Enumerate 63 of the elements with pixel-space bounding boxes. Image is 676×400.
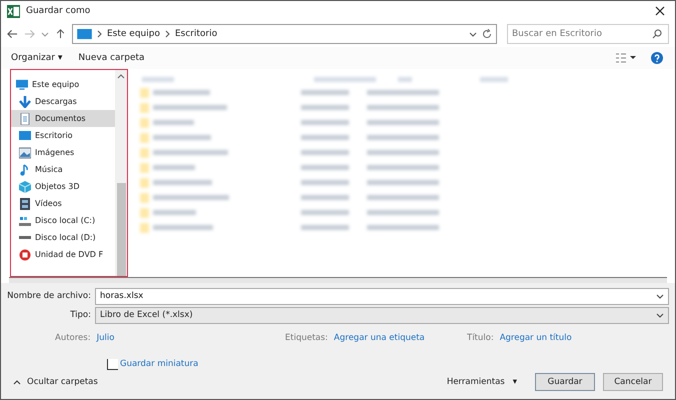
cancel-button[interactable]: Cancelar: [603, 373, 663, 391]
search-icon: [652, 29, 662, 39]
drive-icon: [19, 236, 31, 239]
metadata-label: Etiquetas:: [285, 333, 328, 343]
tools-button[interactable]: Herramientas ▾: [440, 376, 523, 388]
spreadsheet-app-icon: [7, 4, 20, 18]
sidebar-item[interactable]: Este equipo: [11, 76, 115, 93]
music-note-icon: [19, 164, 31, 176]
help-icon[interactable]: [651, 52, 663, 64]
caret-up-icon[interactable]: [117, 74, 125, 79]
drive-icon: [19, 214, 31, 226]
metadata-link[interactable]: Agregar un título: [500, 333, 572, 343]
down-arrow-icon: [19, 96, 31, 108]
desktop-icon: [19, 130, 31, 142]
dropdown-caret-icon[interactable]: [656, 294, 664, 298]
thumbnail-checkbox[interactable]: [107, 358, 118, 370]
monitor-icon: [77, 28, 92, 40]
search-field[interactable]: Buscar en Escritorio: [507, 24, 669, 44]
up-arrow-icon[interactable]: [55, 29, 66, 39]
filename-label: Nombre de archivo:: [7, 291, 92, 301]
view-options-icon[interactable]: [615, 53, 637, 63]
metadata-link[interactable]: Agregar una etiqueta: [334, 333, 425, 343]
caret-icon[interactable]: [41, 32, 49, 36]
file-type-dropdown[interactable]: Libro de Excel (*.xlsx): [95, 306, 669, 324]
metadata-link[interactable]: Julio: [96, 333, 114, 343]
sidebar-item[interactable]: Disco local (D:): [11, 229, 115, 246]
dropdown-caret-icon[interactable]: [469, 32, 477, 36]
metadata-label: Autores:: [55, 333, 91, 343]
picture-icon: [19, 146, 31, 158]
dropdown-caret-icon: [656, 312, 664, 318]
document-icon: [19, 112, 31, 124]
chevron-icon: [164, 30, 170, 38]
chevron-icon: [97, 30, 102, 38]
filename-field[interactable]: horas.xlsx: [95, 288, 669, 304]
breadcrumb-item[interactable]: Este equipo: [107, 29, 160, 39]
organize-button[interactable]: Organizar ▾: [7, 51, 66, 65]
refresh-icon[interactable]: [482, 29, 492, 39]
address-bar[interactable]: Este equipo Escritorio: [72, 24, 497, 44]
sidebar-item[interactable]: Disco local (C:): [11, 212, 115, 229]
hide-folders-button[interactable]: Ocultar carpetas: [7, 376, 104, 388]
thumbnail-label[interactable]: Guardar miniatura: [120, 359, 198, 369]
sidebar-item[interactable]: Música: [11, 161, 115, 178]
film-icon: [19, 198, 31, 210]
back-arrow-icon[interactable]: [7, 29, 18, 39]
sidebar-item[interactable]: Descargas: [11, 93, 115, 110]
caret-up-icon: [13, 380, 21, 384]
sidebar-item[interactable]: Objetos 3D: [11, 178, 115, 195]
type-label: Tipo:: [69, 310, 92, 320]
scrollbar[interactable]: [115, 70, 127, 276]
metadata-label: Título:: [467, 333, 494, 343]
breadcrumb-item[interactable]: Escritorio: [174, 29, 218, 39]
save-button[interactable]: Guardar: [535, 373, 595, 391]
sidebar-item[interactable]: Escritorio: [11, 127, 115, 144]
cube-icon: [19, 180, 31, 192]
close-icon[interactable]: [655, 6, 665, 16]
sidebar-item[interactable]: Imágenes: [11, 144, 115, 161]
sidebar-item[interactable]: Unidad de DVD F: [11, 246, 115, 263]
sidebar-item[interactable]: Documentos: [11, 110, 115, 127]
window-title: Guardar como: [26, 6, 90, 16]
monitor-icon: [16, 78, 28, 90]
disc-icon: [19, 248, 31, 260]
new-folder-button[interactable]: Nueva carpeta: [74, 51, 149, 65]
sidebar-item[interactable]: Vídeos: [11, 195, 115, 212]
